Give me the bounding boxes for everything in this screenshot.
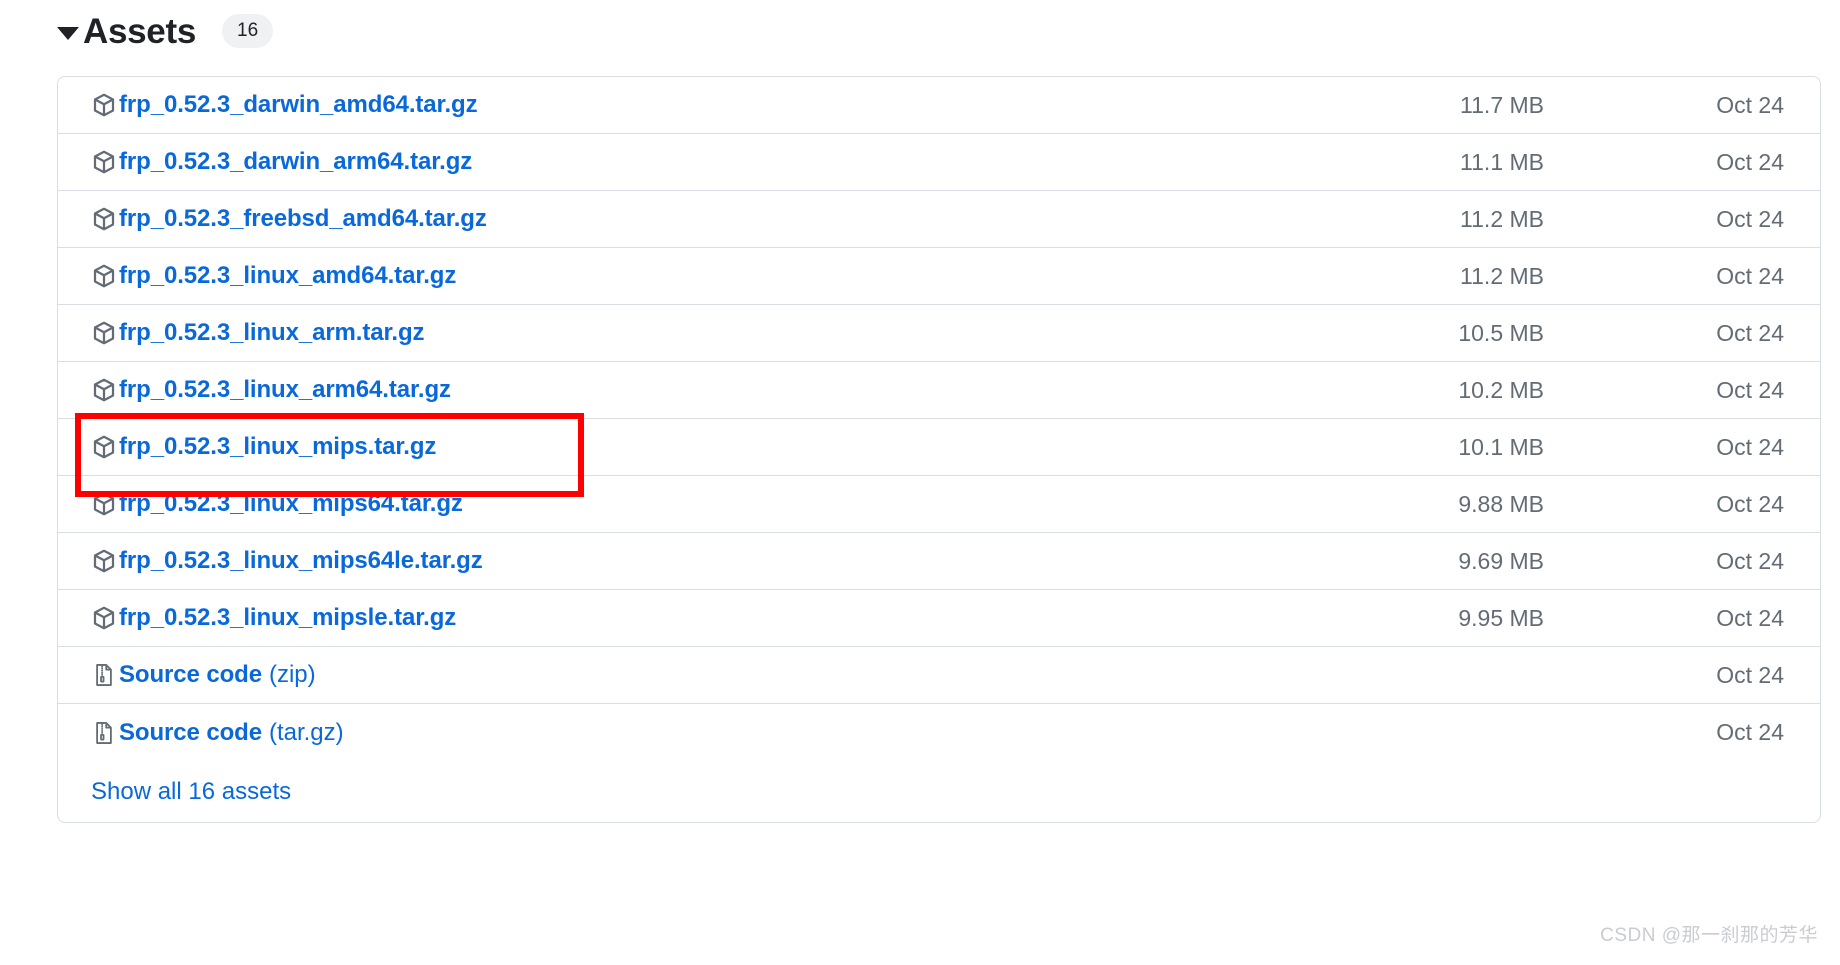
asset-size: 10.1 MB [1458,433,1544,460]
assets-section-header[interactable]: Assets 16 [0,0,1840,62]
asset-name-cell: frp_0.52.3_darwin_arm64.tar.gz [91,148,1384,176]
asset-download-link[interactable]: frp_0.52.3_linux_mips64le.tar.gz [119,547,483,575]
asset-date: Oct 24 [1716,433,1784,460]
show-all-assets-row[interactable]: Show all 16 assets [58,761,1820,822]
assets-count-badge: 16 [222,14,274,48]
asset-download-link[interactable]: Source code [119,661,262,689]
table-row: frp_0.52.3_freebsd_amd64.tar.gz 11.2 MB Oc… [58,191,1820,248]
asset-download-link[interactable]: frp_0.52.3_linux_amd64.tar.gz [119,262,456,290]
asset-size: 10.5 MB [1458,319,1544,346]
package-icon [91,320,117,346]
table-row: frp_0.52.3_linux_mipsle.tar.gz 9.95 MB Oct… [58,590,1820,647]
asset-download-link[interactable]: frp_0.52.3_linux_mipsle.tar.gz [119,604,456,632]
asset-download-link[interactable]: frp_0.52.3_linux_arm.tar.gz [119,319,425,347]
asset-download-link[interactable]: Source code [119,719,262,747]
asset-size: 9.69 MB [1458,547,1544,574]
file-zip-icon [91,720,117,746]
table-row: frp_0.52.3_linux_arm.tar.gz 10.5 MB Oct 24 [58,305,1820,362]
package-icon [91,263,117,289]
assets-list-container: frp_0.52.3_darwin_amd64.tar.gz 11.7 MB Oct… [57,76,1821,823]
asset-name-cell: frp_0.52.3_linux_mips64.tar.gz [91,490,1384,518]
asset-name-cell: frp_0.52.3_linux_mipsle.tar.gz [91,604,1384,632]
table-row: Source code (tar.gz) Oct 24 [58,704,1820,761]
asset-download-link[interactable]: frp_0.52.3_freebsd_amd64.tar.gz [119,205,487,233]
asset-date: Oct 24 [1716,376,1784,403]
asset-size: 9.95 MB [1458,604,1544,631]
table-row: frp_0.52.3_linux_mips64le.tar.gz 9.69 MB O… [58,533,1820,590]
asset-download-link[interactable]: frp_0.52.3_linux_mips64.tar.gz [119,490,463,518]
assets-table: frp_0.52.3_darwin_amd64.tar.gz 11.7 MB Oct… [58,77,1820,761]
table-row: frp_0.52.3_darwin_arm64.tar.gz 11.1 MB Oct… [58,134,1820,191]
asset-date: Oct 24 [1716,148,1784,175]
asset-size: 9.88 MB [1458,490,1544,517]
show-all-assets-link[interactable]: Show all 16 assets [91,778,291,806]
asset-name-cell: Source code (zip) [91,661,1384,689]
asset-format-suffix[interactable]: (tar.gz) [269,719,344,747]
table-row: Source code (zip) Oct 24 [58,647,1820,704]
asset-size: 11.7 MB [1460,91,1544,118]
asset-date: Oct 24 [1716,547,1784,574]
asset-size: 10.2 MB [1458,376,1544,403]
asset-format-suffix[interactable]: (zip) [269,661,316,689]
asset-name-cell: frp_0.52.3_linux_amd64.tar.gz [91,262,1384,290]
asset-date: Oct 24 [1716,490,1784,517]
table-row: frp_0.52.3_linux_mips.tar.gz 10.1 MB Oct 2… [58,419,1820,476]
asset-download-link[interactable]: frp_0.52.3_darwin_amd64.tar.gz [119,91,478,119]
asset-date: Oct 24 [1716,262,1784,289]
asset-date: Oct 24 [1716,719,1784,745]
asset-download-link[interactable]: frp_0.52.3_linux_arm64.tar.gz [119,376,451,404]
asset-name-cell: frp_0.52.3_linux_arm64.tar.gz [91,376,1384,404]
asset-download-link[interactable]: frp_0.52.3_darwin_arm64.tar.gz [119,148,472,176]
csdn-watermark: CSDN @那一刹那的芳华 [1600,925,1818,946]
table-row: frp_0.52.3_linux_mips64.tar.gz 9.88 MB Oct… [58,476,1820,533]
package-icon [91,92,117,118]
asset-name-cell: frp_0.52.3_linux_mips64le.tar.gz [91,547,1384,575]
file-zip-icon [91,662,117,688]
asset-size: 11.1 MB [1460,148,1544,175]
table-row: frp_0.52.3_linux_arm64.tar.gz 10.2 MB Oct … [58,362,1820,419]
asset-date: Oct 24 [1716,319,1784,346]
triangle-down-icon[interactable] [57,26,79,40]
asset-size: 11.2 MB [1460,205,1544,232]
package-icon [91,605,117,631]
asset-date: Oct 24 [1716,205,1784,232]
package-icon [91,491,117,517]
asset-date: Oct 24 [1716,661,1784,688]
asset-date: Oct 24 [1716,91,1784,118]
package-icon [91,548,117,574]
package-icon [91,434,117,460]
table-row: frp_0.52.3_darwin_amd64.tar.gz 11.7 MB Oct… [58,77,1820,134]
page-title: Assets [83,11,196,51]
asset-name-cell: frp_0.52.3_linux_mips.tar.gz [91,433,1384,461]
asset-size: 11.2 MB [1460,262,1544,289]
package-icon [91,377,117,403]
asset-name-cell: frp_0.52.3_darwin_amd64.tar.gz [91,91,1384,119]
package-icon [91,206,117,232]
package-icon [91,149,117,175]
asset-name-cell: frp_0.52.3_freebsd_amd64.tar.gz [91,205,1384,233]
asset-name-cell: frp_0.52.3_linux_arm.tar.gz [91,319,1384,347]
table-row: frp_0.52.3_linux_amd64.tar.gz 11.2 MB Oct … [58,248,1820,305]
asset-date: Oct 24 [1716,604,1784,631]
asset-download-link[interactable]: frp_0.52.3_linux_mips.tar.gz [119,433,436,461]
asset-name-cell: Source code (tar.gz) [91,719,1384,747]
